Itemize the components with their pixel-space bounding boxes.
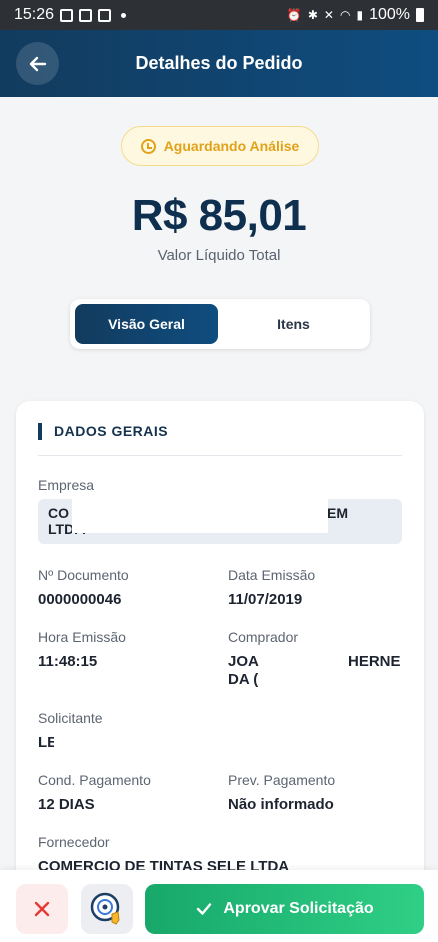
approve-button-label: Aprovar Solicitação — [223, 900, 374, 917]
total-label: Valor Líquido Total — [157, 247, 281, 264]
assistant-icon — [90, 892, 120, 925]
status-badge: Aguardando Análise — [121, 126, 319, 166]
cond-pagamento-value: 12 DIAS — [38, 796, 95, 813]
tab-itens[interactable]: Itens — [222, 304, 365, 344]
bottom-action-bar: Aprovar Solicitação — [0, 870, 438, 942]
redaction-mask — [72, 497, 328, 533]
bluetooth-icon: ✱ — [307, 8, 318, 22]
redaction-mask — [260, 649, 346, 691]
notification-icon — [79, 8, 93, 22]
check-icon — [197, 903, 212, 915]
emissao-value: 11/07/2019 — [228, 591, 303, 608]
cond-pagamento-label: Cond. Pagamento — [38, 772, 151, 788]
image-icon — [98, 8, 112, 22]
page-title: Detalhes do Pedido — [135, 53, 303, 73]
battery-icon — [416, 8, 424, 22]
redaction-mask — [54, 730, 118, 752]
total-value: R$ 85,01 — [131, 191, 307, 240]
hora-value: 11:48:15 — [38, 653, 98, 670]
comprador-value-line2: DA ( — [228, 671, 259, 688]
fornecedor-label: Fornecedor — [38, 834, 110, 850]
section-title: DADOS GERAIS — [38, 423, 168, 440]
divider — [38, 455, 402, 456]
reject-button[interactable] — [16, 884, 68, 934]
fornecedor-value: COMERCIO DE TINTAS SELE LTDA — [38, 858, 290, 870]
approve-button[interactable]: Aprovar Solicitação — [145, 884, 424, 934]
clock-icon — [140, 138, 156, 154]
back-button[interactable] — [16, 42, 59, 85]
notification-icon — [60, 8, 74, 22]
hora-label: Hora Emissão — [38, 629, 126, 645]
comprador-value-start: JOA — [228, 653, 259, 670]
general-data-card: DADOS GERAIS Empresa CO AGEM LTD. . Nº D… — [16, 401, 424, 870]
emissao-label: Data Emissão — [228, 567, 316, 583]
tab-visao-geral[interactable]: Visão Geral — [75, 304, 218, 344]
order-details-content[interactable]: Aguardando Análise R$ 85,01 Valor Líquid… — [0, 97, 438, 870]
status-bar: 15:26 ⏰ ✱ ✕ ◠ ▮ 100% — [0, 0, 438, 30]
mute-icon: ✕ — [323, 8, 334, 22]
status-time: 15:26 — [14, 6, 55, 23]
app-header: Detalhes do Pedido — [0, 30, 438, 97]
assistant-button[interactable] — [81, 884, 133, 934]
arrow-left-icon — [29, 56, 46, 71]
alarm-icon: ⏰ — [286, 8, 302, 22]
tabs: Visão Geral Itens — [70, 299, 370, 349]
signal-icon: ▮ — [356, 8, 364, 22]
documento-label: Nº Documento — [38, 567, 129, 583]
documento-value: 0000000046 — [38, 591, 122, 608]
wifi-icon: ◠ — [339, 8, 351, 22]
battery-level: 100% — [369, 6, 410, 23]
solicitante-label: Solicitante — [38, 710, 103, 726]
comprador-value-end: HERNE — [348, 653, 401, 670]
close-icon — [34, 901, 50, 917]
comprador-label: Comprador — [228, 629, 299, 645]
prev-pagamento-label: Prev. Pagamento — [228, 772, 336, 788]
more-notifications-icon — [121, 12, 127, 18]
status-badge-label: Aguardando Análise — [163, 138, 300, 154]
empresa-value-start: CO — [48, 505, 69, 521]
prev-pagamento-value: Não informado — [228, 796, 334, 813]
empresa-label: Empresa — [38, 477, 95, 493]
